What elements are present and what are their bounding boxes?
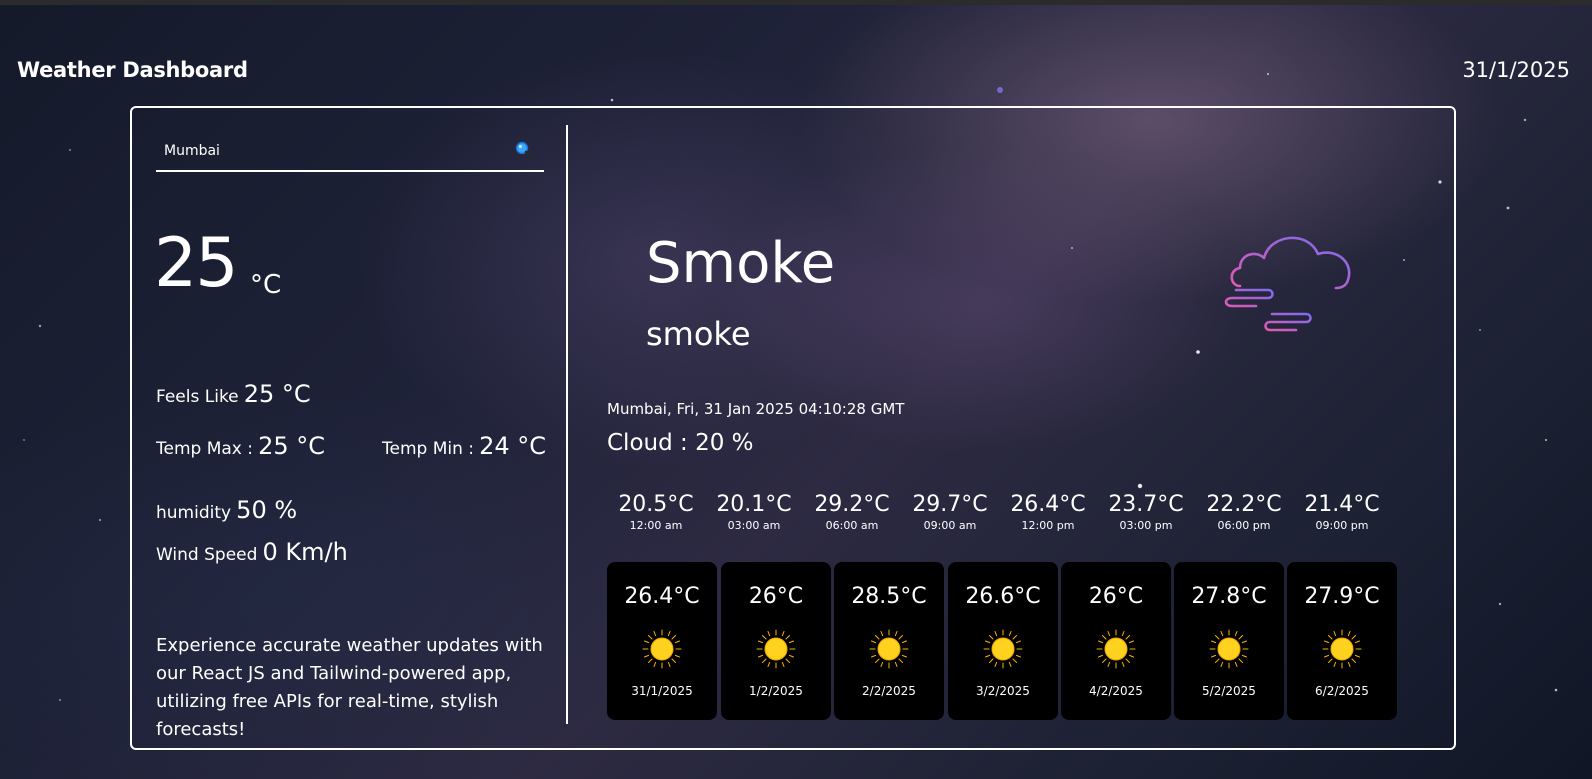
app-title: Weather Dashboard <box>17 58 248 82</box>
hourly-time: 06:00 am <box>825 519 879 532</box>
hourly-temp: 22.2°C <box>1206 492 1282 517</box>
sun-icon <box>1322 629 1362 669</box>
hourly-temp: 20.1°C <box>716 492 792 517</box>
wind-speed-value: 0 Km/h <box>262 538 348 566</box>
condition-main: Smoke <box>646 231 836 296</box>
humidity: humidity 50 % <box>156 496 297 524</box>
hourly-temp: 26.4°C <box>1010 492 1086 517</box>
hourly-item: 21.4°C 09:00 pm <box>1293 492 1391 534</box>
temp-max-value: 25 °C <box>258 432 326 460</box>
search-input[interactable] <box>164 140 504 162</box>
hourly-time: 09:00 pm <box>1315 519 1369 532</box>
hourly-item: 20.1°C 03:00 am <box>705 492 803 534</box>
hourly-time: 06:00 pm <box>1217 519 1271 532</box>
location-datetime: Mumbai, Fri, 31 Jan 2025 04:10:28 GMT <box>607 400 905 418</box>
daily-forecast: 26.4°C 31/1/2025 26°C 1/2/2025 28.5°C 2/… <box>607 562 1407 720</box>
hourly-item: 23.7°C 03:00 pm <box>1097 492 1195 534</box>
feels-like: Feels Like 25 °C <box>156 380 311 408</box>
hourly-time: 09:00 am <box>923 519 977 532</box>
daily-temp: 27.8°C <box>1191 584 1267 609</box>
header-date: 31/1/2025 <box>1462 58 1570 82</box>
weather-panel: 25 °C Feels Like 25 °C Temp Max : 25 °C … <box>130 106 1456 750</box>
daily-temp: 27.9°C <box>1304 584 1380 609</box>
temperature-unit: °C <box>250 270 282 300</box>
sun-icon <box>756 629 796 669</box>
smoke-cloud-icon <box>1212 236 1351 332</box>
temp-min: Temp Min : 24 °C <box>382 432 546 460</box>
search-icon[interactable] <box>514 140 534 160</box>
daily-temp: 26°C <box>1088 584 1144 609</box>
temp-max-label: Temp Max : <box>156 439 253 459</box>
daily-card: 26.6°C 3/2/2025 <box>948 562 1058 720</box>
hourly-temp: 29.7°C <box>912 492 988 517</box>
daily-date: 4/2/2025 <box>1089 684 1143 698</box>
sun-icon <box>983 629 1023 669</box>
cloud-coverage: Cloud : 20 % <box>607 430 754 456</box>
feels-like-value: 25 °C <box>243 380 311 408</box>
hourly-item: 20.5°C 12:00 am <box>607 492 705 534</box>
daily-temp: 26°C <box>748 584 804 609</box>
daily-card: 28.5°C 2/2/2025 <box>834 562 944 720</box>
temp-max: Temp Max : 25 °C <box>156 432 325 460</box>
feels-like-label: Feels Like <box>156 387 239 407</box>
hourly-temp: 21.4°C <box>1304 492 1380 517</box>
daily-card: 26°C 4/2/2025 <box>1061 562 1171 720</box>
hourly-item: 29.7°C 09:00 am <box>901 492 999 534</box>
humidity-value: 50 % <box>236 496 298 524</box>
wind-speed-label: Wind Speed <box>156 545 258 565</box>
window-top-edge <box>0 0 1592 5</box>
hourly-item: 29.2°C 06:00 am <box>803 492 901 534</box>
sun-icon <box>1209 629 1249 669</box>
daily-date: 2/2/2025 <box>862 684 916 698</box>
daily-card: 26°C 1/2/2025 <box>721 562 831 720</box>
temp-min-value: 24 °C <box>479 432 547 460</box>
hourly-temp: 29.2°C <box>814 492 890 517</box>
sun-icon <box>1096 629 1136 669</box>
daily-temp: 26.4°C <box>624 584 700 609</box>
condition-description: smoke <box>646 315 751 353</box>
daily-date: 31/1/2025 <box>631 684 693 698</box>
daily-date: 1/2/2025 <box>749 684 803 698</box>
hourly-item: 26.4°C 12:00 pm <box>999 492 1097 534</box>
hourly-time: 03:00 pm <box>1119 519 1173 532</box>
daily-date: 3/2/2025 <box>976 684 1030 698</box>
hourly-time: 12:00 pm <box>1021 519 1075 532</box>
daily-date: 6/2/2025 <box>1315 684 1369 698</box>
hourly-temp: 20.5°C <box>618 492 694 517</box>
search-bar <box>156 130 544 172</box>
current-temperature: 25 <box>154 224 239 303</box>
daily-card: 26.4°C 31/1/2025 <box>607 562 717 720</box>
temp-min-label: Temp Min : <box>382 439 475 459</box>
daily-card: 27.9°C 6/2/2025 <box>1287 562 1397 720</box>
wind-speed: Wind Speed 0 Km/h <box>156 538 348 566</box>
hourly-item: 22.2°C 06:00 pm <box>1195 492 1293 534</box>
hourly-time: 03:00 am <box>727 519 781 532</box>
hourly-time: 12:00 am <box>629 519 683 532</box>
sun-icon <box>869 629 909 669</box>
humidity-label: humidity <box>156 503 232 523</box>
daily-card: 27.8°C 5/2/2025 <box>1174 562 1284 720</box>
daily-date: 5/2/2025 <box>1202 684 1256 698</box>
daily-temp: 26.6°C <box>965 584 1041 609</box>
sun-icon <box>642 629 682 669</box>
daily-temp: 28.5°C <box>851 584 927 609</box>
hourly-forecast: 20.5°C 12:00 am 20.1°C 03:00 am 29.2°C 0… <box>607 492 1407 542</box>
hourly-temp: 23.7°C <box>1108 492 1184 517</box>
column-divider <box>566 125 568 724</box>
app-description: Experience accurate weather updates with… <box>156 635 543 740</box>
